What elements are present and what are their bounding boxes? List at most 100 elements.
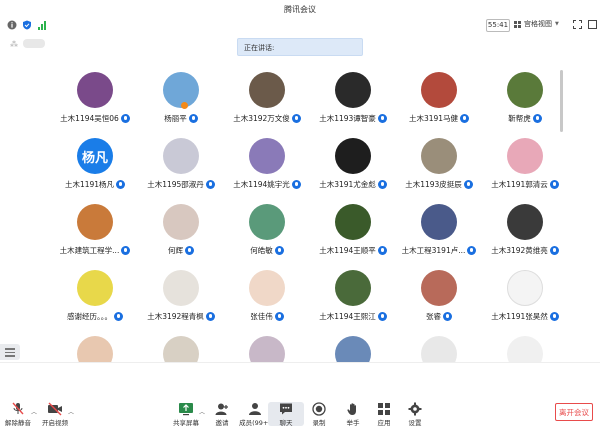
- settings-label: 设置: [408, 419, 422, 427]
- participant-tile[interactable]: 土木1194王顺平: [313, 198, 393, 268]
- participant-tile[interactable]: [227, 330, 307, 362]
- mic-icon: ⁂: [10, 40, 18, 49]
- top-toolbar: 55:41 宫格视图 ▼: [0, 18, 600, 32]
- participant-tile[interactable]: [55, 330, 135, 362]
- avatar: [77, 336, 113, 362]
- avatar: [77, 204, 113, 240]
- participant-tile[interactable]: 杨凡 土木1191杨凡: [55, 132, 135, 202]
- participant-tile[interactable]: 土木1191郭清云: [485, 132, 565, 202]
- participant-tile[interactable]: 张睿: [399, 264, 479, 334]
- mic-icon: [121, 246, 131, 255]
- participant-name: 张佳伟: [250, 312, 273, 321]
- participant-tile[interactable]: 张佳伟: [227, 264, 307, 334]
- avatar: [421, 270, 457, 306]
- avatar: [335, 72, 371, 108]
- mic-icon: [549, 312, 559, 321]
- speaking-banner: 正在讲话:: [237, 38, 363, 56]
- mic-icon: [549, 246, 559, 255]
- avatar: [249, 204, 285, 240]
- info-icon[interactable]: [7, 20, 17, 30]
- participant-tile[interactable]: 土木建筑工程学...: [55, 198, 135, 268]
- participant-tile[interactable]: 土木1194姚宇光: [227, 132, 307, 202]
- participant-name: 土木1191张昊然: [491, 312, 548, 321]
- avatar: [163, 270, 199, 306]
- participant-name: 土木1194王熙江: [319, 312, 376, 321]
- participant-tile[interactable]: [313, 330, 393, 362]
- participant-tile[interactable]: [399, 330, 479, 362]
- participant-name: 土木3191尤金彪: [319, 180, 376, 189]
- avatar: [421, 336, 457, 362]
- mic-icon: [185, 246, 194, 255]
- mic-icon: [205, 180, 215, 189]
- avatar: [507, 138, 543, 174]
- participant-name: 土木3192万文俊: [233, 114, 290, 123]
- mic-icon: [532, 114, 542, 123]
- participant-name: 靳帮虎: [508, 114, 531, 123]
- mic-icon: [377, 114, 387, 123]
- participant-tile[interactable]: 土木工程3191卢...: [399, 198, 479, 268]
- mic-icon: [291, 180, 301, 189]
- apps-icon: [378, 403, 390, 415]
- chat-icon: [280, 403, 292, 415]
- side-panel-toggle[interactable]: [0, 344, 20, 360]
- participant-tile[interactable]: [485, 330, 565, 362]
- record-icon: [312, 402, 326, 416]
- participant-tile[interactable]: 土木3192黄维亮: [485, 198, 565, 268]
- mic-icon: [114, 312, 123, 321]
- members-icon: [249, 403, 261, 415]
- share-screen-icon: [179, 403, 193, 416]
- invite-icon: [215, 403, 228, 415]
- participant-tile[interactable]: 土木1191张昊然: [485, 264, 565, 334]
- participant-tile[interactable]: 土木1193谭智豪: [313, 66, 393, 136]
- participant-name: 土木1191郭清云: [491, 180, 548, 189]
- participant-gallery: 土木1194吴恒06 杨丽平 土木3192万文俊 土木1193谭智豪 土木319…: [55, 66, 565, 362]
- start-video-label: 开启视频: [42, 419, 68, 427]
- leave-meeting-button[interactable]: 离开会议: [555, 403, 593, 421]
- avatar: [421, 72, 457, 108]
- participant-tile[interactable]: 土木3191马健: [399, 66, 479, 136]
- avatar: [507, 204, 543, 240]
- participant-tile[interactable]: 土木1194王熙江: [313, 264, 393, 334]
- participant-name: 土木1194王顺平: [319, 246, 376, 255]
- microphone-muted-icon: [12, 402, 24, 415]
- participant-tile[interactable]: 杨丽平: [141, 66, 221, 136]
- title-bar: 腾讯会议: [0, 0, 600, 18]
- participant-tile[interactable]: 何皓敏: [227, 198, 307, 268]
- participant-tile[interactable]: 土木1193皮挺辰: [399, 132, 479, 202]
- avatar: [507, 72, 543, 108]
- participant-tile[interactable]: 土木1195邵淑丹: [141, 132, 221, 202]
- signal-icon[interactable]: [38, 20, 48, 30]
- participant-name: 杨丽平: [164, 114, 187, 123]
- fullscreen-icon[interactable]: [573, 20, 582, 29]
- participant-tile[interactable]: [141, 330, 221, 362]
- window-title: 腾讯会议: [284, 4, 316, 14]
- settings-button[interactable]: 设置: [397, 402, 433, 427]
- mic-icon: [443, 312, 452, 321]
- participant-tile[interactable]: 土木1194吴恒06: [55, 66, 135, 136]
- mic-icon: [205, 312, 215, 321]
- video-options-caret-icon[interactable]: ︿: [68, 407, 74, 416]
- avatar: [335, 270, 371, 306]
- raise-hand-icon: [347, 403, 356, 415]
- participant-tile[interactable]: 土木3192程青枫: [141, 264, 221, 334]
- shield-icon[interactable]: [22, 20, 32, 30]
- participant-tile[interactable]: 土木3192万文俊: [227, 66, 307, 136]
- participant-tile[interactable]: 何辉: [141, 198, 221, 268]
- video-off-icon: [48, 402, 62, 416]
- view-mode-dropdown[interactable]: 宫格视图 ▼: [514, 19, 559, 30]
- avatar: [249, 138, 285, 174]
- mic-icon: [116, 180, 126, 189]
- participant-tile[interactable]: 土木3191尤金彪: [313, 132, 393, 202]
- avatar: [163, 138, 199, 174]
- avatar: 杨凡: [77, 138, 113, 174]
- host-badge-icon: [181, 102, 188, 109]
- exit-fullscreen-icon[interactable]: [588, 20, 597, 29]
- mic-icon: [463, 180, 473, 189]
- avatar: [507, 270, 543, 306]
- avatar: [163, 336, 199, 362]
- avatar: [421, 138, 457, 174]
- participant-tile[interactable]: 靳帮虎: [485, 66, 565, 136]
- gallery-scrollbar[interactable]: [560, 70, 563, 132]
- mic-icon: [274, 312, 284, 321]
- participant-tile[interactable]: 感谢经历。。。: [55, 264, 135, 334]
